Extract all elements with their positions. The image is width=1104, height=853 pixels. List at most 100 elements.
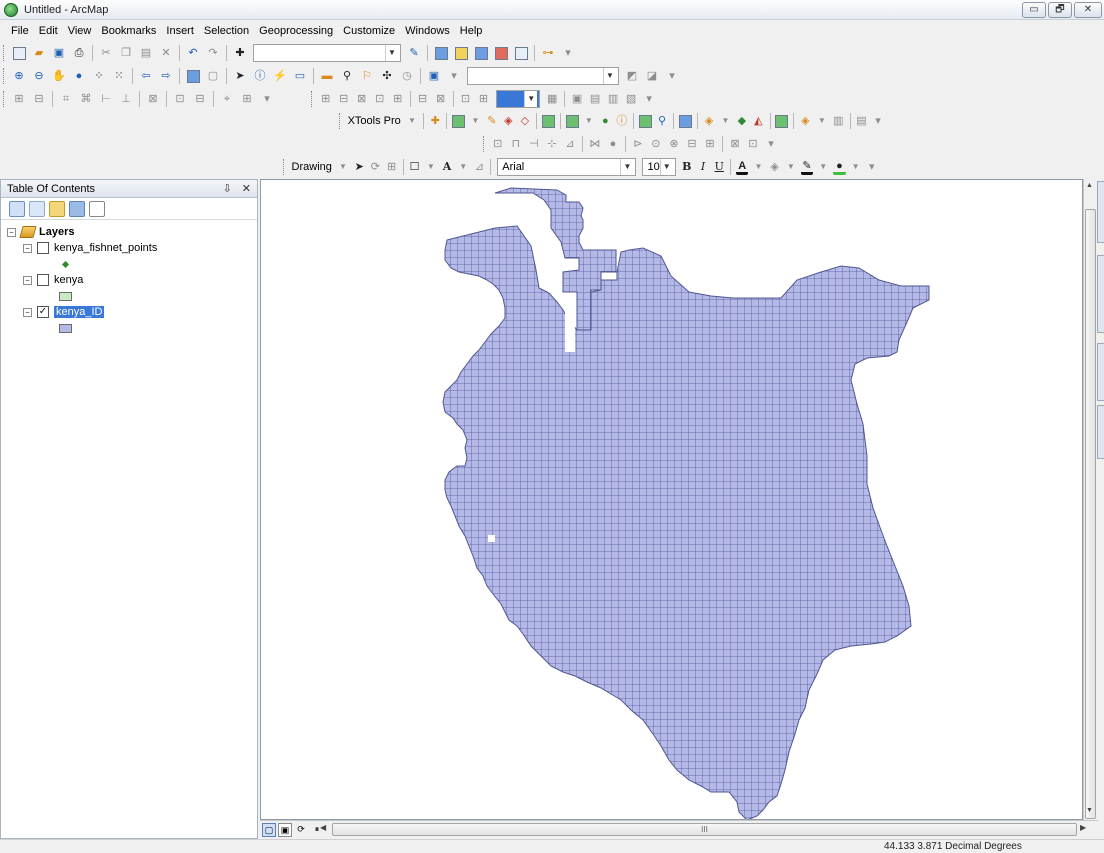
vertical-scrollbar[interactable]: ▲ ▼	[1083, 179, 1097, 820]
layers-root[interactable]: − Layers	[7, 224, 74, 240]
collapse-icon[interactable]: −	[7, 227, 16, 237]
list-by-drawing-order-icon[interactable]	[9, 200, 25, 217]
menu-help[interactable]: Help	[455, 25, 488, 37]
edit-tool-icon[interactable]: ⊿	[563, 136, 577, 152]
dropdown-arrow-icon[interactable]: ▼	[785, 159, 797, 175]
kenya-grid-map[interactable]	[261, 180, 1083, 820]
python-window-icon[interactable]	[513, 45, 529, 61]
toolbar-options-icon[interactable]: ▾	[560, 45, 576, 61]
edit-tool-icon[interactable]: ⊗	[667, 136, 681, 152]
edit-tool-icon[interactable]: ⊳	[631, 136, 645, 152]
list-by-visibility-icon[interactable]	[49, 200, 65, 217]
font-name-combo[interactable]: Arial ▼	[497, 158, 637, 176]
edit-vertices-icon[interactable]: ⊿	[473, 159, 485, 175]
layout-tool-icon[interactable]: ⊠	[145, 91, 161, 107]
list-by-source-icon[interactable]	[29, 200, 45, 217]
dropdown-arrow-icon[interactable]: ▼	[469, 113, 481, 129]
layout-tool-icon[interactable]: ⊟	[31, 91, 47, 107]
dropdown-arrow-icon[interactable]: ▼	[816, 113, 828, 129]
layout-tool-icon[interactable]: ⊢	[98, 91, 114, 107]
vertical-scroll-thumb[interactable]	[1085, 209, 1096, 819]
zoom-in-icon[interactable]: ⊕	[11, 68, 27, 84]
edit-tool-icon[interactable]: ⊙	[649, 136, 663, 152]
restore-button[interactable]: 🗗	[1048, 2, 1072, 18]
full-extent-icon[interactable]: ●	[71, 68, 87, 84]
catalog-window-icon[interactable]	[453, 45, 469, 61]
raster-value-combo[interactable]: ▼	[495, 90, 541, 108]
toolbar-options-icon[interactable]: ▾	[764, 136, 778, 152]
toolbar-options-icon[interactable]: ▾	[259, 91, 275, 107]
raster-tool-icon[interactable]: ▣	[570, 91, 584, 107]
select-elements-icon[interactable]: ➤	[232, 68, 248, 84]
options-icon[interactable]	[89, 200, 105, 217]
raster-tool-icon[interactable]: ⊞	[391, 91, 405, 107]
menu-windows[interactable]: Windows	[400, 25, 455, 37]
drawing-menu[interactable]: Drawing	[289, 161, 335, 173]
find-route-icon[interactable]: ⚐	[359, 68, 375, 84]
rectangle-icon[interactable]: ☐	[408, 159, 420, 175]
dropdown-arrow-icon[interactable]: ▼	[850, 159, 862, 175]
edit-tool-icon[interactable]: ⊣	[527, 136, 541, 152]
map-scale-combo[interactable]: ▼	[253, 44, 401, 62]
dropdown-arrow-icon[interactable]: ▼	[752, 159, 764, 175]
xtools-shape-icon[interactable]: ◈	[502, 113, 514, 129]
toolbar-options-icon[interactable]: ▾	[446, 68, 462, 84]
menu-view[interactable]: View	[63, 25, 97, 37]
font-color-button[interactable]: A	[736, 159, 749, 175]
menu-file[interactable]: File	[6, 25, 34, 37]
raster-tool-icon[interactable]: ⊡	[459, 91, 473, 107]
xtools-split-icon[interactable]: ◇	[519, 113, 531, 129]
identify-icon[interactable]: ⓘ	[252, 68, 268, 84]
map-view[interactable]	[260, 179, 1083, 820]
rotate-icon[interactable]: ⟳	[369, 159, 381, 175]
menu-selection[interactable]: Selection	[199, 25, 254, 37]
toolbar-options-icon[interactable]: ▾	[642, 91, 656, 107]
find-icon[interactable]: ⚲	[339, 68, 355, 84]
raster-tool-icon[interactable]: ⊟	[337, 91, 351, 107]
xtools-layer-icon[interactable]: ◈	[703, 113, 715, 129]
toolbar-grip[interactable]	[3, 45, 6, 61]
xtools-pro-menu[interactable]: XTools Pro	[345, 115, 404, 127]
open-icon[interactable]: ▰	[31, 45, 47, 61]
xtools-zoom-icon[interactable]: ⚲	[656, 113, 668, 129]
xtools-attr-icon[interactable]	[678, 113, 692, 129]
legend-polygon-symbol[interactable]	[59, 288, 72, 304]
toolbar-grip[interactable]	[283, 159, 286, 175]
dock-tab-catalog[interactable]	[1097, 181, 1104, 243]
list-by-selection-icon[interactable]	[69, 200, 85, 217]
html-popup-icon[interactable]: ▭	[292, 68, 308, 84]
fixed-zoom-out-icon[interactable]: ⁙	[111, 68, 127, 84]
dropdown-arrow-icon[interactable]: ▼	[406, 113, 418, 129]
xtools-copy-icon[interactable]	[775, 113, 789, 129]
dock-tab-search[interactable]	[1097, 255, 1104, 333]
layer-visibility-checkbox-checked[interactable]: ✓	[37, 306, 49, 318]
refresh-icon[interactable]: ⟳	[294, 823, 308, 837]
dropdown-arrow-icon[interactable]: ▼	[457, 159, 469, 175]
xtools-disabled-icon[interactable]: ▥	[832, 113, 844, 129]
create-viewer-window-icon[interactable]: ▣	[426, 68, 442, 84]
xtools-table-icon[interactable]	[452, 113, 466, 129]
go-to-xy-icon[interactable]: ✣	[379, 68, 395, 84]
kenya-grid-polygon[interactable]	[442, 187, 930, 820]
xtools-info2-icon[interactable]: ⓘ	[616, 113, 628, 129]
fixed-zoom-in-icon[interactable]: ⁘	[91, 68, 107, 84]
scroll-down-icon[interactable]: ▼	[1086, 807, 1093, 814]
dropdown-arrow-icon[interactable]: ▼	[583, 113, 595, 129]
raster-tool-icon[interactable]: ▧	[624, 91, 638, 107]
edit-tool-icon[interactable]: ⊟	[685, 136, 699, 152]
zoom-out-icon[interactable]: ⊖	[31, 68, 47, 84]
edit-tool-icon[interactable]: ⊡	[746, 136, 760, 152]
xtools-info-icon[interactable]: ●	[599, 113, 611, 129]
scroll-right-icon[interactable]: ▶	[1080, 823, 1086, 832]
select-features-icon[interactable]	[185, 68, 201, 84]
paste-icon[interactable]: ▤	[138, 45, 154, 61]
fill-color-icon[interactable]: ◈	[769, 159, 781, 175]
layout-tool-icon[interactable]: ⊞	[239, 91, 255, 107]
xtools-add-icon[interactable]: ✚	[429, 113, 441, 129]
bold-button[interactable]: B	[681, 159, 693, 175]
scroll-left-icon[interactable]: ◀	[320, 823, 326, 832]
minimize-button[interactable]: ▭	[1022, 2, 1046, 18]
raster-tool-icon[interactable]: ⊞	[319, 91, 333, 107]
raster-tool-icon[interactable]: ▥	[606, 91, 620, 107]
scroll-up-icon[interactable]: ▲	[1086, 182, 1093, 189]
